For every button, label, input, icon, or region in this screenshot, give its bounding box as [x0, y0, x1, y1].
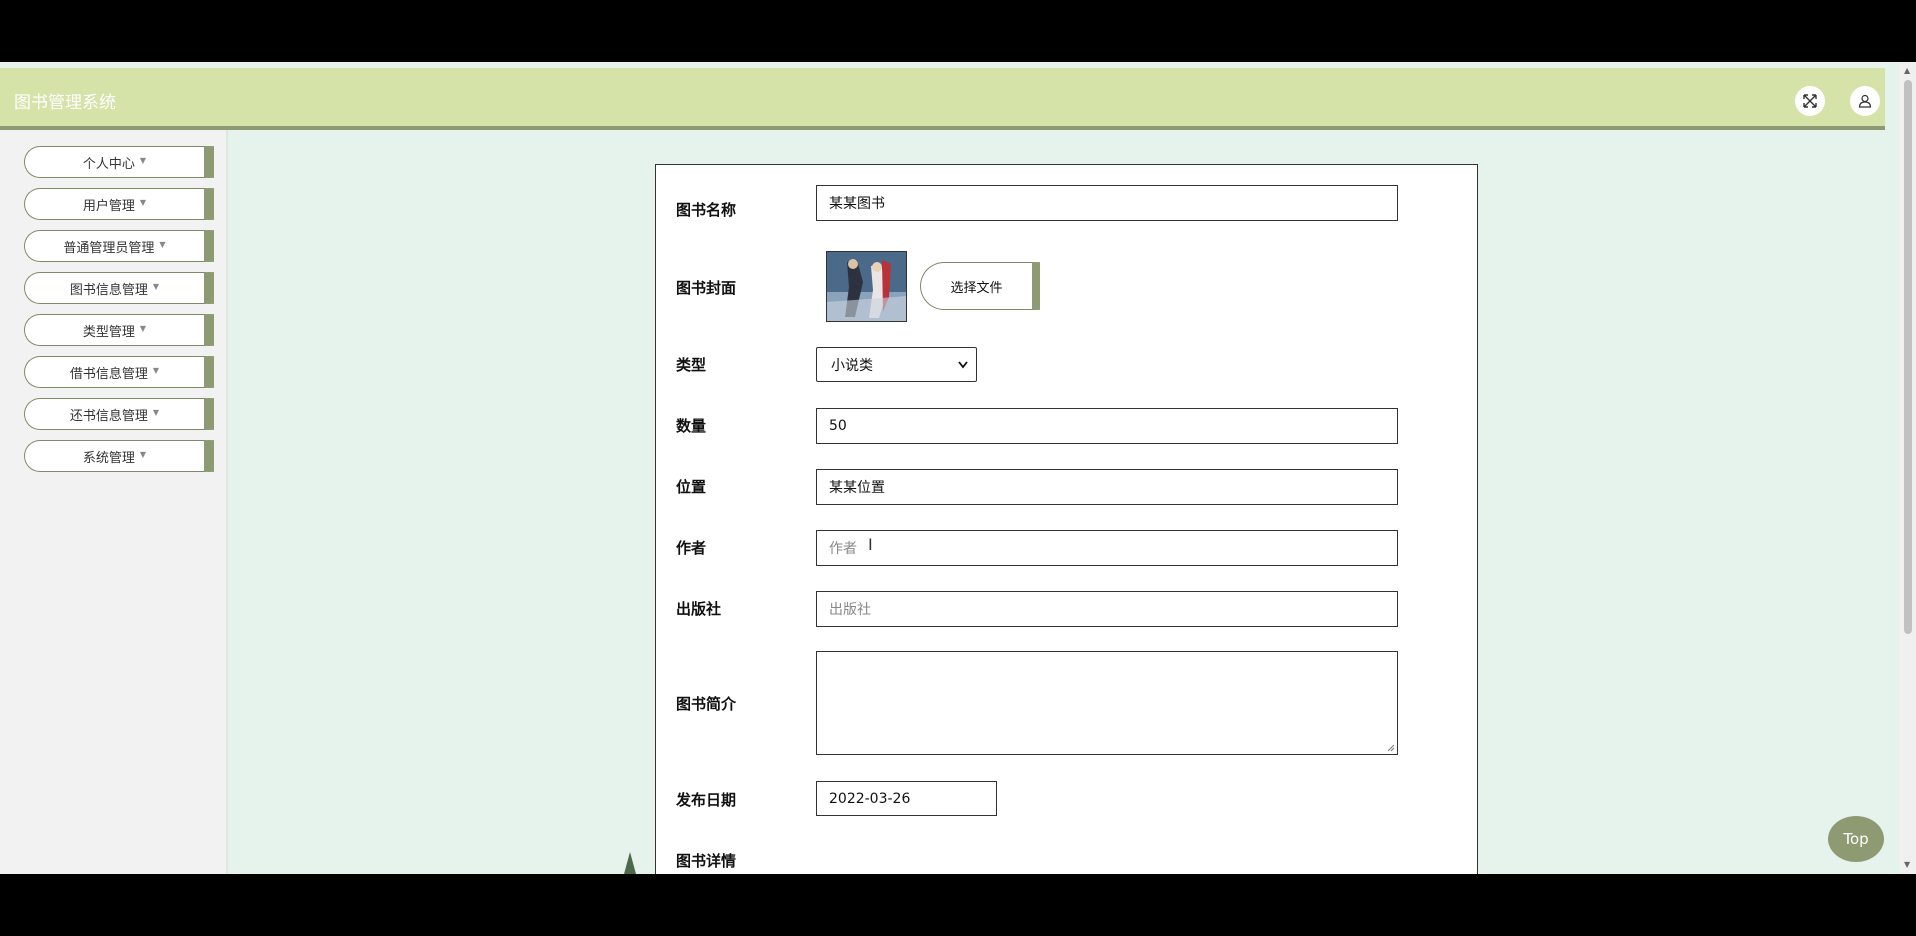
quantity-input[interactable]: 50 — [816, 408, 1398, 444]
letterbox-top — [0, 0, 1916, 62]
quantity-label: 数量 — [676, 417, 707, 435]
book-name-label: 图书名称 — [676, 201, 737, 219]
publisher-label: 出版社 — [676, 600, 722, 618]
chevron-down-icon: ▼ — [139, 197, 147, 207]
book-edit-form: 图书名称 某某图书 图书封面 选择文件 类型 小说类 数量 50 位置 某某位置 — [655, 164, 1478, 874]
type-label: 类型 — [676, 356, 707, 374]
chevron-down-icon: ▼ — [139, 449, 147, 459]
sidebar-item-label: 系统管理 — [82, 450, 135, 466]
chevron-down-icon: ▼ — [152, 407, 160, 417]
sidebar-item-label: 个人中心 — [82, 156, 135, 172]
sidebar-item-borrow[interactable]: 借书信息管理 ▼ — [24, 356, 214, 388]
top-header: 图书管理系统 — [0, 68, 1885, 126]
user-menu-button[interactable] — [1850, 86, 1880, 116]
sidebar-item-label: 还书信息管理 — [69, 408, 148, 424]
chevron-down-icon — [958, 360, 968, 368]
sidebar-item-label: 图书信息管理 — [69, 282, 148, 298]
detail-label: 图书详情 — [676, 852, 737, 870]
sidebar-item-label: 用户管理 — [82, 198, 135, 214]
location-label: 位置 — [676, 478, 707, 496]
browser-viewport: 图书管理系统 个人中心 ▼ 用户管理 ▼ 普通管理员管理 ▼ 图书信息管理 ▼ 类型管理 — [0, 62, 1916, 874]
book-cover-image[interactable] — [826, 251, 907, 322]
choose-file-button[interactable]: 选择文件 — [920, 262, 1040, 310]
chevron-down-icon: ▼ — [139, 155, 147, 165]
sidebar-item-return[interactable]: 还书信息管理 ▼ — [24, 398, 214, 430]
type-select[interactable]: 小说类 — [816, 347, 977, 382]
sidebar-item-personal-center[interactable]: 个人中心 ▼ — [24, 146, 214, 178]
chevron-down-icon: ▼ — [159, 239, 166, 249]
back-to-top-button[interactable]: Top — [1828, 816, 1884, 862]
scroll-up-icon[interactable]: ▲ — [1904, 66, 1910, 75]
author-input[interactable]: 作者 — [816, 530, 1398, 566]
sidebar-item-label: 类型管理 — [82, 324, 135, 340]
scroll-down-icon[interactable]: ▼ — [1904, 860, 1910, 869]
intro-label: 图书简介 — [676, 695, 737, 713]
book-name-input[interactable]: 某某图书 — [816, 185, 1398, 221]
type-select-value: 小说类 — [831, 357, 873, 374]
app-title: 图书管理系统 — [14, 93, 116, 113]
fullscreen-icon — [1803, 94, 1817, 108]
chevron-down-icon: ▼ — [152, 281, 160, 291]
intro-textarea[interactable] — [816, 651, 1398, 755]
text-cursor-icon: I — [868, 535, 873, 554]
sidebar-item-book-info[interactable]: 图书信息管理 ▼ — [24, 272, 214, 304]
cover-label: 图书封面 — [676, 279, 737, 297]
fullscreen-button[interactable] — [1795, 86, 1825, 116]
vertical-scrollbar[interactable]: ▲ ▼ — [1900, 62, 1916, 874]
sidebar-item-system[interactable]: 系统管理 ▼ — [24, 440, 214, 472]
user-icon — [1858, 94, 1872, 108]
tree-decoration — [624, 852, 636, 874]
publisher-input[interactable]: 出版社 — [816, 591, 1398, 627]
sidebar-item-users[interactable]: 用户管理 ▼ — [24, 188, 214, 220]
sidebar-item-label: 普通管理员管理 — [63, 240, 155, 256]
letterbox-bottom — [0, 874, 1916, 936]
scrollbar-thumb[interactable] — [1904, 80, 1912, 634]
sidebar-item-label: 借书信息管理 — [69, 366, 148, 382]
date-label: 发布日期 — [676, 791, 737, 809]
resize-handle-icon[interactable] — [1387, 744, 1395, 752]
location-input[interactable]: 某某位置 — [816, 469, 1398, 505]
header-divider — [0, 126, 1885, 130]
chevron-down-icon: ▼ — [139, 323, 147, 333]
author-label: 作者 — [676, 539, 707, 557]
sidebar-item-admins[interactable]: 普通管理员管理 ▼ — [24, 230, 214, 262]
sidebar: 个人中心 ▼ 用户管理 ▼ 普通管理员管理 ▼ 图书信息管理 ▼ 类型管理 ▼ 借书信息管… — [0, 130, 228, 874]
sidebar-item-types[interactable]: 类型管理 ▼ — [24, 314, 214, 346]
date-input[interactable]: 2022-03-26 — [816, 781, 997, 816]
chevron-down-icon: ▼ — [152, 365, 160, 375]
